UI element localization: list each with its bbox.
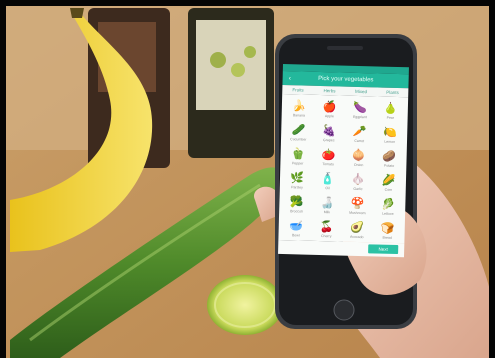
produce-item[interactable]: 🧅 Onion [343,146,374,171]
pepper-icon: 🫑 [290,147,305,161]
eggplant-icon: 🍆 [353,101,368,114]
tomato-icon: 🍅 [321,148,336,161]
produce-label: Banana [292,112,306,118]
produce-label: Parsley [291,184,303,190]
produce-item[interactable]: 🫑 Pepper [282,144,313,169]
produce-item[interactable]: 🥦 Broccoli [281,192,312,217]
produce-label: Lemon [384,139,396,144]
bread-icon: 🍞 [380,222,395,235]
lemon-icon: 🍋 [382,126,397,139]
left-border [0,0,6,358]
produce-label: Bread [382,235,392,240]
screen-title: Pick your vegetables [318,75,374,84]
produce-label: Pear [386,115,395,120]
produce-label: Grapes [322,137,335,142]
potato-icon: 🥔 [382,150,397,163]
produce-item[interactable]: 🥒 Cucumber [283,120,314,145]
produce-item[interactable]: 🥬 Lettuce [372,194,403,219]
bowl-icon: 🥣 [289,219,304,233]
produce-item[interactable]: 🧄 Garlic [343,170,374,195]
produce-label: Eggplant [352,114,367,119]
produce-label: Oil [325,185,330,190]
tab-herbs[interactable]: Herbs [314,86,346,96]
produce-item[interactable]: 🍒 Cherry [311,217,342,242]
produce-item[interactable]: 🥕 Carrot [344,122,375,147]
produce-label: Lettuce [382,211,394,216]
banana-icon: 🍌 [292,99,307,113]
produce-label: Cherry [320,233,332,238]
produce-label: Milk [323,209,331,214]
produce-label: Apple [324,113,334,118]
produce-label: Broccoli [290,208,303,214]
produce-item[interactable]: 🥔 Potato [374,146,405,171]
tab-plants[interactable]: Plants [377,87,409,97]
mushroom-icon: 🍄 [350,197,365,210]
produce-item[interactable]: 🥣 Bowl [280,216,311,241]
produce-item[interactable]: 🥑 Avocado [341,218,372,243]
produce-label: Cucumber [290,136,307,142]
produce-item[interactable]: 🌽 Corn [373,170,404,195]
footer-bar: Next [278,239,405,258]
cherry-icon: 🍒 [319,220,334,233]
avocado-icon: 🥑 [349,221,364,234]
produce-item[interactable]: 🍅 Tomato [313,145,344,170]
scene-photo [0,0,495,358]
produce-label: Avocado [349,234,364,239]
apple-icon: 🍎 [322,100,337,113]
produce-grid: 🍌 Banana 🍎 Apple 🍆 Eggplant 🍐 Pear 🥒 Cucumber 🍇 Gra… [278,93,409,244]
produce-item[interactable]: 🍋 Lemon [374,122,405,147]
produce-item[interactable]: 🍄 Mushroom [342,194,373,219]
produce-item[interactable]: 🌿 Parsley [282,168,313,193]
produce-item[interactable]: 🍶 Milk [312,193,343,218]
produce-item[interactable]: 🧴 Oil [312,169,343,194]
onion-icon: 🧅 [351,149,366,162]
produce-label: Garlic [353,186,363,191]
bottle-icon: 🧴 [320,172,335,185]
tab-fruits[interactable]: Fruits [282,85,314,95]
pear-icon: 🍐 [383,102,398,115]
produce-item[interactable]: 🍐 Pear [375,98,406,123]
corn-icon: 🌽 [381,174,396,187]
produce-label: Mushroom [349,210,366,215]
back-arrow-icon[interactable]: ‹ [289,75,292,82]
produce-label: Bowl [291,232,300,237]
produce-item[interactable]: 🍞 Bread [372,218,403,243]
cucumber-icon: 🥒 [291,123,306,137]
next-button[interactable]: Next [368,244,399,255]
produce-label: Corn [384,187,393,192]
carrot-icon: 🥕 [352,125,367,138]
produce-label: Carrot [354,138,365,143]
produce-item[interactable]: 🍇 Grapes [313,121,344,146]
garlic-icon: 🧄 [351,173,366,186]
produce-label: Tomato [322,161,334,166]
produce-item[interactable]: 🍌 Banana [284,96,315,121]
broccoli-icon: 🥦 [289,195,304,209]
produce-label: Potato [384,163,395,168]
top-border [0,0,495,6]
lettuce-icon: 🥬 [381,198,396,211]
app-screen: ‹ Pick your vegetables Fruits Herbs Mixe… [277,64,409,299]
produce-item[interactable]: 🍎 Apple [314,97,345,122]
tab-mixed[interactable]: Mixed [345,87,377,97]
grapes-icon: 🍇 [322,124,337,137]
photo-frame: ‹ Pick your vegetables Fruits Herbs Mixe… [0,0,495,358]
leaf-icon: 🌿 [290,171,305,185]
right-border [489,0,495,358]
produce-item[interactable]: 🍆 Eggplant [345,98,376,123]
produce-label: Onion [353,162,364,167]
bottle-icon: 🍶 [320,196,335,209]
produce-label: Pepper [291,160,304,166]
